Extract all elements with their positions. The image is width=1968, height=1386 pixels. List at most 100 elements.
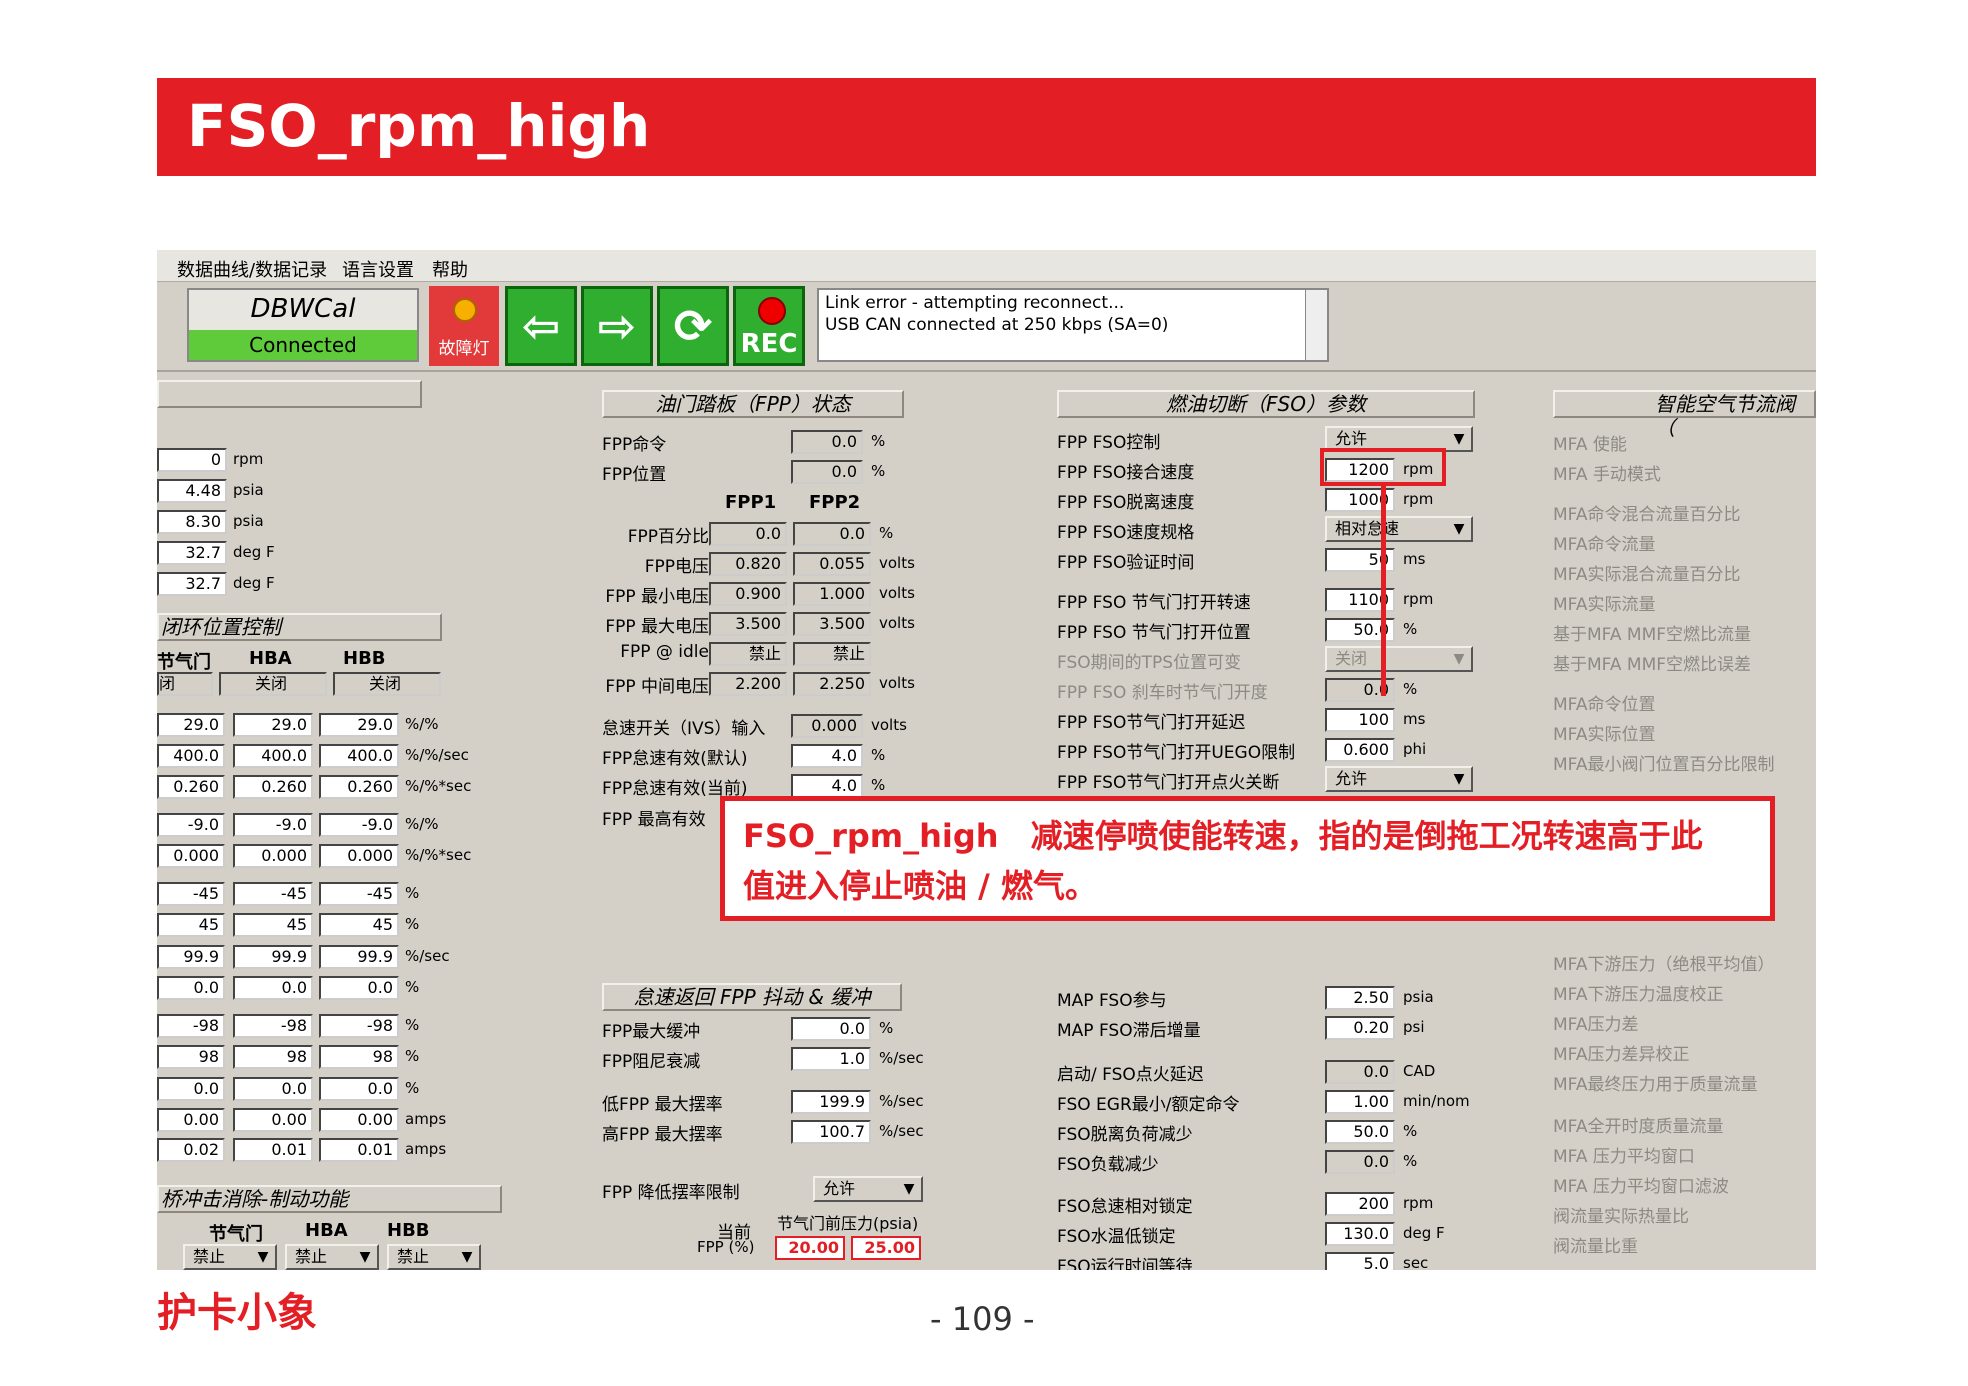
closed-loop-value[interactable]: -45 — [319, 882, 399, 906]
closed-loop-value[interactable]: 29.0 — [157, 713, 225, 737]
refresh-button[interactable]: ⟳ — [657, 286, 729, 366]
damping-input[interactable]: 1.0 — [791, 1047, 871, 1071]
menu-item-help[interactable]: 帮助 — [432, 256, 468, 282]
closed-loop-value[interactable]: 0.260 — [157, 775, 225, 799]
closed-loop-value[interactable]: 0.00 — [233, 1108, 313, 1132]
closed-loop-value[interactable]: 0.0 — [157, 1077, 225, 1101]
menu-item-language[interactable]: 语言设置 — [342, 256, 414, 282]
fso-param-input[interactable]: 200 — [1325, 1192, 1395, 1216]
closed-loop-value[interactable]: 45 — [319, 913, 399, 937]
log-scrollbar[interactable] — [1305, 290, 1327, 360]
fault-lamp-button[interactable]: 故障灯 — [429, 286, 499, 366]
col-header: HBA — [249, 648, 292, 669]
record-icon — [758, 297, 786, 325]
closed-loop-value[interactable]: -9.0 — [233, 813, 313, 837]
closed-loop-value[interactable]: 45 — [233, 913, 313, 937]
closed-loop-value[interactable]: 99.9 — [157, 945, 225, 969]
closed-loop-value[interactable]: 45 — [157, 913, 225, 937]
high-rate-input[interactable]: 100.7 — [791, 1120, 871, 1144]
record-button[interactable]: REC — [733, 286, 805, 366]
closed-loop-value[interactable]: 0.00 — [319, 1108, 399, 1132]
closed-loop-value[interactable]: 0.01 — [319, 1138, 399, 1162]
closed-loop-value[interactable]: 99.9 — [233, 945, 313, 969]
high-rate-label: 高FPP 最大摆率 — [602, 1125, 723, 1145]
select-value: 允许 — [823, 1179, 856, 1198]
idle-current-input[interactable]: 4.0 — [791, 774, 863, 798]
fso-param-input[interactable]: 2.50 — [1325, 986, 1395, 1010]
closed-loop-value[interactable]: 0.260 — [319, 775, 399, 799]
fso-param-input[interactable]: 0.20 — [1325, 1016, 1395, 1040]
closed-loop-value[interactable]: -98 — [233, 1014, 313, 1038]
closed-loop-value[interactable]: 0.0 — [233, 1077, 313, 1101]
closed-loop-value[interactable]: 98 — [233, 1045, 313, 1069]
slide-title: FSO_rpm_high — [157, 78, 1816, 176]
closed-loop-value[interactable]: -98 — [319, 1014, 399, 1038]
unit: % — [405, 1079, 420, 1097]
closed-loop-value[interactable]: 0.0 — [319, 976, 399, 1000]
fso-param-label: FPP FSO节气门打开UEGO限制 — [1057, 743, 1296, 763]
mfa-label: MFA 压力平均窗口 — [1553, 1147, 1695, 1167]
closed-loop-value[interactable]: 99.9 — [319, 945, 399, 969]
closed-loop-value[interactable]: -45 — [233, 882, 313, 906]
closed-loop-value[interactable]: 400.0 — [157, 744, 225, 768]
fso-param-input[interactable]: 0.0 — [1325, 1150, 1395, 1174]
closed-loop-value[interactable]: 29.0 — [233, 713, 313, 737]
closed-loop-value[interactable]: 0.02 — [157, 1138, 225, 1162]
closed-loop-value[interactable]: 0.000 — [233, 844, 313, 868]
hba-brake-select[interactable]: 禁止 ▼ — [285, 1244, 379, 1270]
idle-default-input[interactable]: 4.0 — [791, 744, 863, 768]
hbb-brake-select[interactable]: 禁止 ▼ — [387, 1244, 481, 1270]
closed-loop-value[interactable]: 0.01 — [233, 1138, 313, 1162]
unit: %/%*sec — [405, 846, 472, 864]
mfa-label: MFA压力差 — [1553, 1015, 1639, 1035]
fso-param-input[interactable]: 130.0 — [1325, 1222, 1395, 1246]
fso-param-label: FPP FSO 节气门打开转速 — [1057, 593, 1251, 613]
fso-param-select[interactable]: 允许 ▼ — [1325, 766, 1473, 792]
chevron-down-icon: ▼ — [1453, 521, 1465, 537]
unit: amps — [405, 1110, 447, 1128]
fso-param-input[interactable]: 0.600 — [1325, 738, 1395, 762]
closed-loop-value[interactable]: 98 — [319, 1045, 399, 1069]
closed-loop-value[interactable]: 400.0 — [319, 744, 399, 768]
closed-loop-value[interactable]: 0.0 — [233, 976, 313, 1000]
fso-param-input[interactable]: 100 — [1325, 708, 1395, 732]
menu-item-data-log[interactable]: 数据曲线/数据记录 — [177, 256, 327, 282]
fso-param-input[interactable]: 1.00 — [1325, 1090, 1395, 1114]
closed-loop-value[interactable]: 400.0 — [233, 744, 313, 768]
unit: phi — [1403, 740, 1427, 758]
idle-return-title: 怠速返回 FPP 抖动 & 缓冲 — [602, 983, 902, 1011]
fpp-row-label: FPP 最大电压 — [605, 617, 709, 637]
unit: % — [879, 1019, 894, 1037]
max-buffer-input[interactable]: 0.0 — [791, 1017, 871, 1041]
forward-button[interactable]: ⇨ — [581, 286, 653, 366]
fpp-status-title: 油门踏板（FPP）状态 — [602, 390, 904, 418]
closed-loop-value[interactable]: 0.000 — [157, 844, 225, 868]
low-rate-input[interactable]: 199.9 — [791, 1090, 871, 1114]
chevron-down-icon: ▼ — [1453, 651, 1465, 667]
closed-loop-value[interactable]: 0.0 — [157, 976, 225, 1000]
throttle-brake-select[interactable]: 禁止 ▼ — [183, 1244, 277, 1270]
select-value: 允许 — [1335, 429, 1368, 448]
closed-loop-value[interactable]: -98 — [157, 1014, 225, 1038]
closed-loop-value[interactable]: 0.00 — [157, 1108, 225, 1132]
closed-loop-value[interactable]: -9.0 — [157, 813, 225, 837]
fso-param-input[interactable]: 50.0 — [1325, 1120, 1395, 1144]
closed-loop-value[interactable]: -45 — [157, 882, 225, 906]
closed-loop-value[interactable]: 29.0 — [319, 713, 399, 737]
sensor-value: 4.48 — [157, 479, 227, 503]
throttle-state: 闭 — [157, 672, 213, 696]
closed-loop-value[interactable]: 0.0 — [319, 1077, 399, 1101]
fso-param-input[interactable]: 5.0 — [1325, 1252, 1395, 1270]
fso-param-select[interactable]: 相对怠速 ▼ — [1325, 516, 1473, 542]
fso-param-select[interactable]: 关闭 ▼ — [1325, 646, 1473, 672]
rate-limit-select[interactable]: 允许 ▼ — [813, 1176, 923, 1202]
arrow-left-icon: ⇦ — [521, 299, 561, 353]
fso-param-input[interactable]: 0.0 — [1325, 1060, 1395, 1084]
closed-loop-value[interactable]: 0.000 — [319, 844, 399, 868]
fpp-command-value: 0.0 — [791, 430, 863, 454]
back-button[interactable]: ⇦ — [505, 286, 577, 366]
closed-loop-value[interactable]: 0.260 — [233, 775, 313, 799]
closed-loop-value[interactable]: -9.0 — [319, 813, 399, 837]
fso-param-label: FSO EGR最小/额定命令 — [1057, 1095, 1240, 1115]
closed-loop-value[interactable]: 98 — [157, 1045, 225, 1069]
